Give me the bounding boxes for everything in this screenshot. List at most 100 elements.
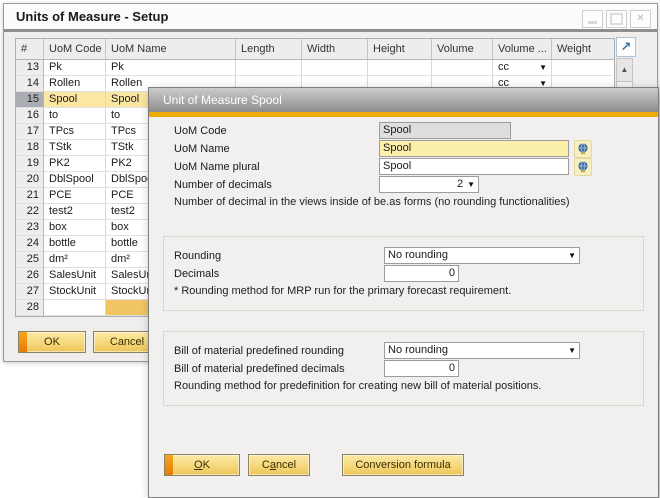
window-title: Units of Measure - Setup (16, 4, 168, 29)
column-header[interactable]: Length (236, 39, 302, 59)
decimals-field[interactable]: 0 (384, 265, 459, 282)
expand-arrow-icon: ↗ (621, 39, 632, 54)
dialog-ok-button[interactable]: OK (164, 454, 240, 476)
minimize-icon (588, 21, 597, 24)
bom-rounding-select[interactable]: No rounding ▼ (384, 342, 580, 359)
column-header[interactable]: UoM Code (44, 39, 106, 59)
uom-code-field: Spool (379, 122, 511, 139)
chevron-down-icon: ▼ (568, 248, 576, 263)
maximize-icon (610, 13, 623, 25)
uom-code-cell[interactable]: TStk (44, 140, 106, 156)
mrp-rounding-note: * Rounding method for MRP run for the pr… (174, 285, 511, 297)
row-number[interactable]: 23 (16, 220, 44, 236)
uom-code-cell[interactable] (44, 300, 106, 316)
volume-cell[interactable] (432, 60, 493, 76)
main-ok-button[interactable]: OK (18, 331, 86, 353)
bom-decimals-field[interactable]: 0 (384, 360, 459, 377)
column-header[interactable]: # (16, 39, 44, 59)
uom-name-field[interactable]: Spool (379, 140, 569, 157)
row-number[interactable]: 24 (16, 236, 44, 252)
uom-code-cell[interactable]: DblSpool (44, 172, 106, 188)
translate-plural-button[interactable] (574, 158, 592, 176)
gold-accent-bar (149, 112, 658, 117)
translate-button[interactable] (574, 140, 592, 158)
window-controls: ✕ (582, 10, 651, 28)
dialog-cancel-button[interactable]: Cancel (248, 454, 310, 476)
row-number[interactable]: 18 (16, 140, 44, 156)
row-number[interactable]: 15 (16, 92, 44, 108)
maximize-button[interactable] (606, 10, 627, 28)
row-number[interactable]: 13 (16, 60, 44, 76)
decimals-label: Decimals (174, 266, 219, 282)
weight-cell[interactable] (552, 60, 612, 76)
dialog-titlebar: Unit of Measure Spool (149, 88, 658, 112)
row-number[interactable]: 28 (16, 300, 44, 316)
column-header[interactable]: Height (368, 39, 432, 59)
row-number[interactable]: 22 (16, 204, 44, 220)
globe-icon (577, 161, 589, 173)
chevron-down-icon: ▼ (568, 343, 576, 358)
focus-strip (165, 455, 173, 475)
uom-code-cell[interactable]: to (44, 108, 106, 124)
width-cell[interactable] (302, 60, 368, 76)
row-number[interactable]: 25 (16, 252, 44, 268)
uom-code-cell[interactable]: Pk (44, 60, 106, 76)
uom-code-cell[interactable]: SalesUnit (44, 268, 106, 284)
column-header[interactable]: Width (302, 39, 368, 59)
row-number[interactable]: 19 (16, 156, 44, 172)
focus-strip (19, 332, 27, 352)
height-cell[interactable] (368, 60, 432, 76)
uom-code-cell[interactable]: Rollen (44, 76, 106, 92)
uom-code-cell[interactable]: bottle (44, 236, 106, 252)
row-number[interactable]: 17 (16, 124, 44, 140)
chevron-down-icon: ▼ (467, 177, 475, 192)
volume-uom-select[interactable]: cc ▼ (493, 60, 552, 76)
row-number[interactable]: 21 (16, 188, 44, 204)
rounding-select[interactable]: No rounding ▼ (384, 247, 580, 264)
bom-rounding-note: Rounding method for predefinition for cr… (174, 380, 541, 392)
volume-uom-value: cc (498, 60, 509, 75)
column-header[interactable]: Volume ... (493, 39, 552, 59)
row-number[interactable]: 16 (16, 108, 44, 124)
row-number[interactable]: 20 (16, 172, 44, 188)
row-number[interactable]: 27 (16, 284, 44, 300)
uom-code-cell[interactable]: StockUnit (44, 284, 106, 300)
column-header[interactable]: Weight (552, 39, 612, 59)
expand-form-icon[interactable]: ↗ (616, 37, 636, 57)
main-titlebar: Units of Measure - Setup ✕ (4, 4, 657, 32)
uom-code-label: UoM Code (174, 123, 227, 139)
row-number[interactable]: 14 (16, 76, 44, 92)
uom-code-cell[interactable]: PCE (44, 188, 106, 204)
uom-code-cell[interactable]: TPcs (44, 124, 106, 140)
bom-rounding-label: Bill of material predefined rounding (174, 343, 344, 359)
globe-icon (577, 143, 589, 155)
scroll-up-icon: ▲ (621, 65, 629, 74)
unit-of-measure-spool-dialog: Unit of Measure Spool UoM Code Spool UoM… (148, 87, 659, 498)
uom-name-label: UoM Name (174, 141, 230, 157)
dialog-title: Unit of Measure Spool (163, 88, 282, 112)
uom-code-cell[interactable]: PK2 (44, 156, 106, 172)
minimize-button[interactable] (582, 10, 603, 28)
uom-name-plural-label: UoM Name plural (174, 159, 260, 175)
column-header[interactable]: Volume (432, 39, 493, 59)
uom-code-cell[interactable]: test2 (44, 204, 106, 220)
chevron-down-icon: ▼ (539, 60, 547, 75)
close-icon: ✕ (636, 14, 644, 24)
close-button[interactable]: ✕ (630, 10, 651, 28)
decimals-note: Number of decimal in the views inside of… (174, 196, 570, 208)
uom-code-cell[interactable]: Spool (44, 92, 106, 108)
column-header[interactable]: UoM Name (106, 39, 236, 59)
scroll-up-button[interactable]: ▲ (617, 59, 632, 82)
rounding-label: Rounding (174, 248, 221, 264)
uom-name-plural-field[interactable]: Spool (379, 158, 569, 175)
row-number[interactable]: 26 (16, 268, 44, 284)
table-row[interactable]: 13PkPkcc▼ (16, 60, 614, 76)
uom-code-cell[interactable]: dm² (44, 252, 106, 268)
table-header-row: #UoM CodeUoM NameLengthWidthHeightVolume… (16, 39, 614, 60)
length-cell[interactable] (236, 60, 302, 76)
number-of-decimals-select[interactable]: 2 ▼ (379, 176, 479, 193)
uom-code-cell[interactable]: box (44, 220, 106, 236)
uom-name-cell[interactable]: Pk (106, 60, 236, 76)
conversion-formula-button[interactable]: Conversion formula (342, 454, 464, 476)
number-of-decimals-label: Number of decimals (174, 177, 272, 193)
